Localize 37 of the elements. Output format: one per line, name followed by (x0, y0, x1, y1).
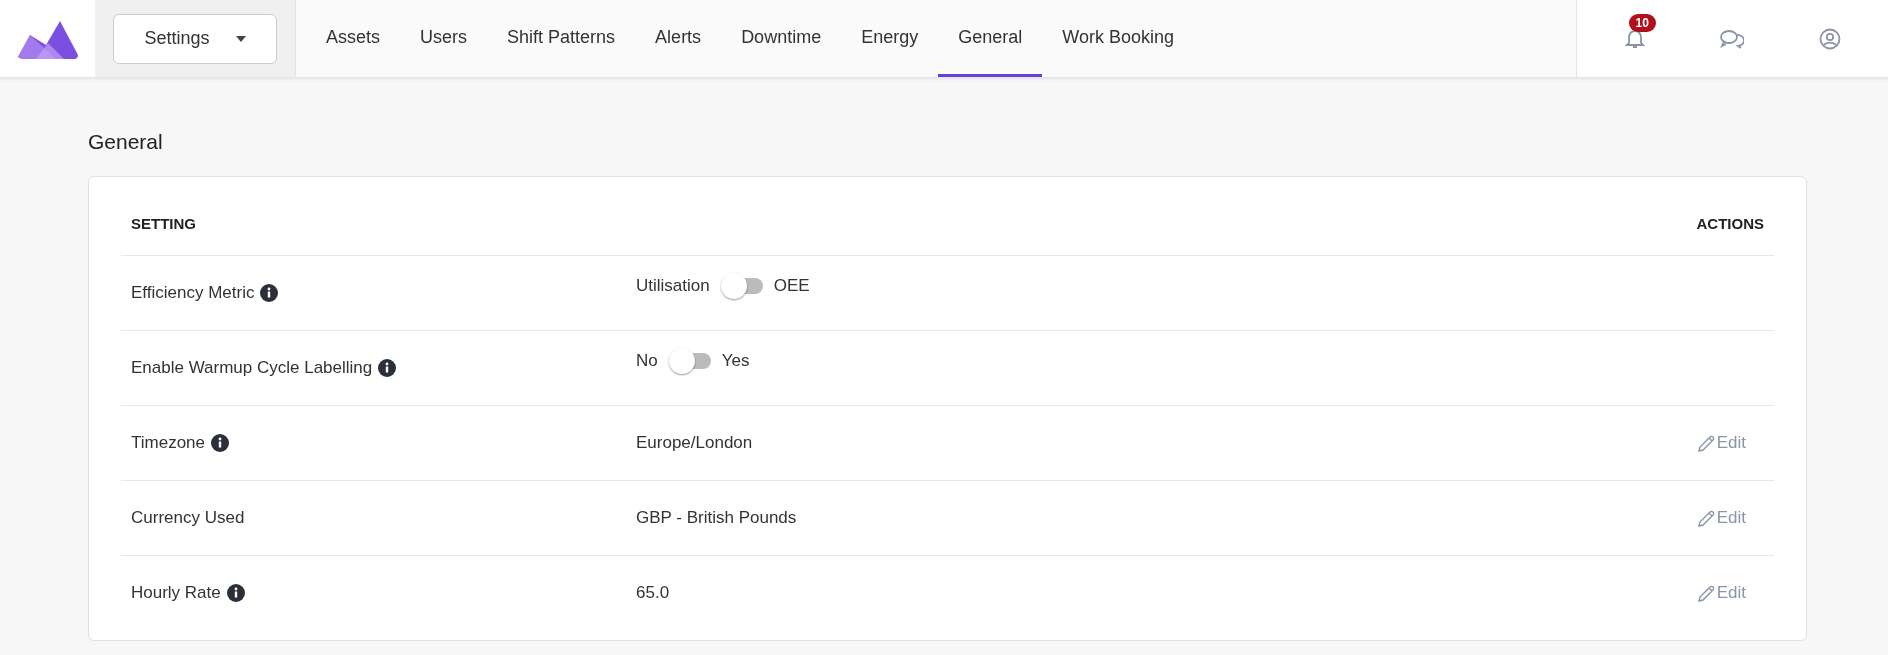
nav-tab[interactable]: Assets (306, 0, 401, 77)
setting-value: Europe/London (636, 433, 753, 452)
setting-name: Hourly Rate (131, 583, 221, 603)
setting-name: Timezone (131, 433, 205, 453)
column-header: SETTING (131, 214, 196, 232)
setting-name: Efficiency Metric (131, 283, 255, 303)
settings-dropdown[interactable]: Settings (113, 13, 277, 64)
info-icon[interactable] (226, 584, 245, 602)
nav-tab[interactable]: Alerts (635, 0, 722, 77)
nav-tab[interactable]: Downtime (721, 0, 842, 77)
toggle-label: No (636, 351, 658, 371)
setting-value: GBP - British Pounds (636, 508, 797, 527)
toggle-label: OEE (773, 276, 810, 296)
pencil-icon (1697, 584, 1715, 602)
nav-tab[interactable]: General (938, 0, 1043, 77)
info-icon[interactable] (378, 359, 397, 377)
chat-bubbles-icon[interactable] (1719, 28, 1744, 49)
nav-tab[interactable]: Users (400, 0, 488, 77)
info-icon[interactable] (211, 434, 229, 452)
page-title: General (88, 130, 164, 154)
toggle-switch[interactable] (667, 347, 712, 375)
nav-tab[interactable]: Work Booking (1042, 0, 1194, 77)
toggle-switch[interactable] (719, 272, 764, 300)
info-icon[interactable] (260, 284, 279, 302)
setting-name: Currency Used (131, 508, 245, 528)
toggle-label: Yes (721, 351, 750, 371)
notification-count-badge: 10 (1628, 13, 1656, 32)
pencil-icon (1697, 509, 1715, 527)
nav-tab[interactable]: Shift Patterns (487, 0, 636, 77)
user-avatar-icon[interactable] (1818, 27, 1841, 50)
nav-tab[interactable]: Energy (841, 0, 939, 77)
toggle-label: Utilisation (636, 276, 710, 296)
pencil-icon (1697, 434, 1715, 452)
caret-icon (235, 35, 246, 42)
setting-value: 65.0 (636, 583, 670, 602)
setting-name: Enable Warmup Cycle Labelling (131, 358, 373, 378)
column-header: ACTIONS (1696, 214, 1764, 232)
